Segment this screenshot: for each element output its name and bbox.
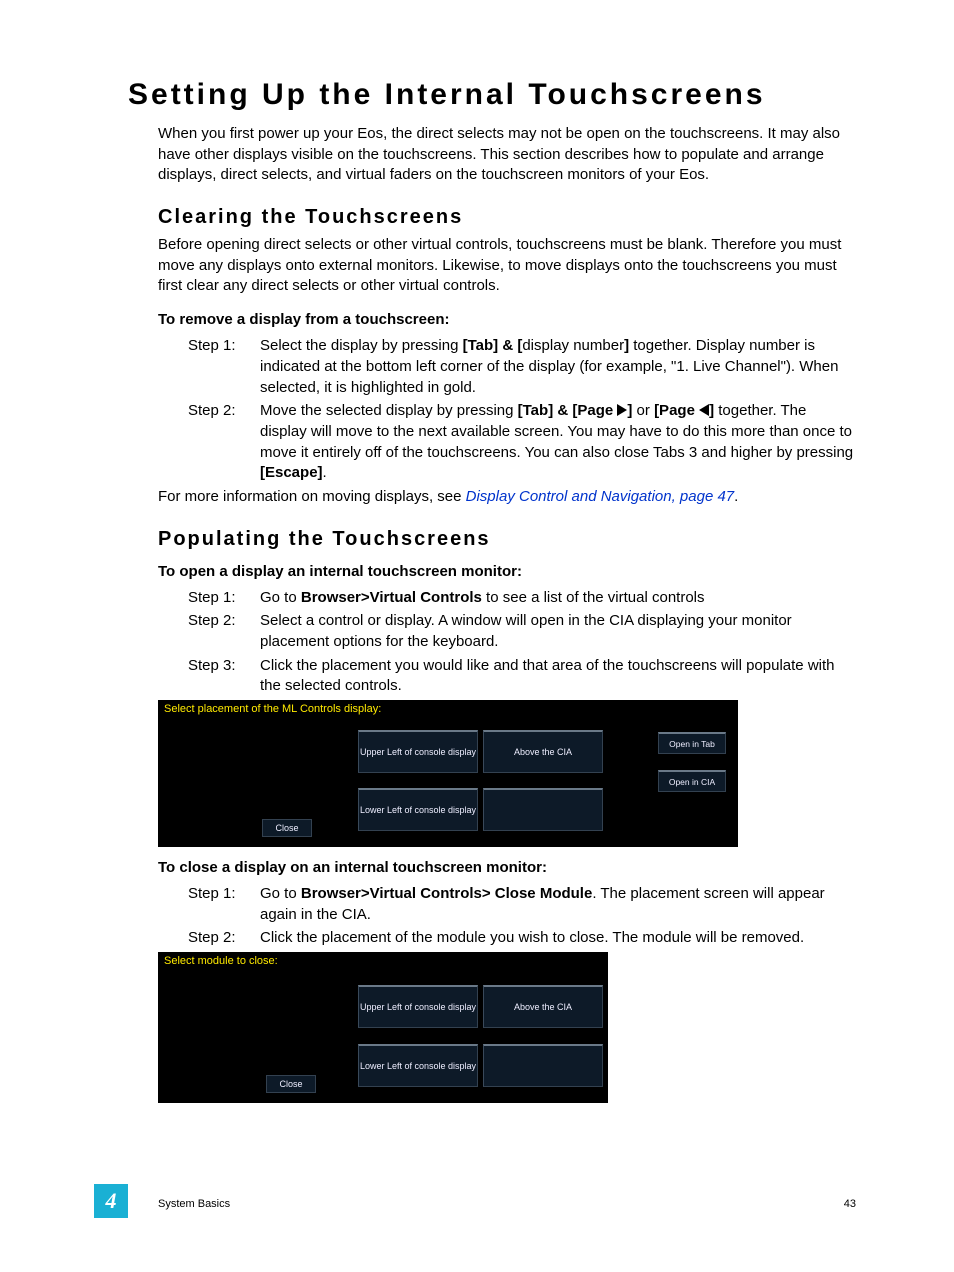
step-row: Step 1: Select the display by pressing [… [188,336,856,398]
upper-left-button[interactable]: Upper Left of console display [358,730,478,773]
empty-slot [483,788,603,831]
step-label: Step 3: [188,656,260,697]
step-label: Step 1: [188,336,260,398]
step-body: Click the placement you would like and t… [260,656,856,697]
step-label: Step 2: [188,401,260,484]
more-info-line: For more information on moving displays,… [158,487,856,508]
triangle-left-icon [699,404,709,416]
text: Go to [260,589,301,606]
text: For more information on moving displays,… [158,488,466,505]
text: to see a list of the virtual controls [482,589,705,606]
step-row: Step 2: Click the placement of the modul… [188,928,856,949]
step-body: Click the placement of the module you wi… [260,928,856,949]
step-label: Step 2: [188,611,260,652]
intro-paragraph: When you first power up your Eos, the di… [158,124,856,186]
text: Move the selected display by pressing [260,402,518,419]
footer-section-name: System Basics [158,1198,230,1210]
close-module-dialog-screenshot: Select module to close: Close Upper Left… [158,952,608,1103]
text-bold: [Escape] [260,464,323,481]
step-body: Go to Browser>Virtual Controls> Close Mo… [260,884,856,925]
step-row: Step 2: Select a control or display. A w… [188,611,856,652]
placement-dialog-screenshot: Select placement of the ML Controls disp… [158,700,738,847]
close-button[interactable]: Close [266,1075,316,1093]
text-bold: [Page [654,402,699,419]
footer-page-number: 43 [844,1198,856,1210]
open-display-heading: To open a display an internal touchscree… [158,563,856,580]
text: Select the display by pressing [260,337,463,354]
step-label: Step 1: [188,884,260,925]
above-cia-button[interactable]: Above the CIA [483,730,603,773]
text-bold: [Tab] & [ [463,337,523,354]
empty-slot [483,1044,603,1087]
open-in-tab-button[interactable]: Open in Tab [658,732,726,754]
section-populating-title: Populating the Touchscreens [158,528,856,551]
step-row: Step 3: Click the placement you would li… [188,656,856,697]
upper-left-button[interactable]: Upper Left of console display [358,985,478,1028]
text-bold: Browser>Virtual Controls> Close Module [301,885,592,902]
section-clearing-para: Before opening direct selects or other v… [158,235,856,297]
step-label: Step 1: [188,588,260,609]
dialog-title: Select placement of the ML Controls disp… [164,703,381,715]
cross-reference-link[interactable]: Display Control and Navigation, page 47 [466,488,735,505]
text: or [632,402,654,419]
step-label: Step 2: [188,928,260,949]
step-row: Step 1: Go to Browser>Virtual Controls> … [188,884,856,925]
above-cia-button[interactable]: Above the CIA [483,985,603,1028]
step-body: Go to Browser>Virtual Controls to see a … [260,588,856,609]
chapter-number-badge: 4 [94,1184,128,1218]
step-body: Select a control or display. A window wi… [260,611,856,652]
lower-left-button[interactable]: Lower Left of console display [358,1044,478,1087]
step-body: Move the selected display by pressing [T… [260,401,856,484]
step-row: Step 2: Move the selected display by pre… [188,401,856,484]
open-in-cia-button[interactable]: Open in CIA [658,770,726,792]
close-button[interactable]: Close [262,819,312,837]
step-body: Select the display by pressing [Tab] & [… [260,336,856,398]
text-bold: Browser>Virtual Controls [301,589,482,606]
close-display-heading: To close a display on an internal touchs… [158,859,856,876]
page-title: Setting Up the Internal Touchscreens [128,78,856,112]
text: display number [522,337,624,354]
triangle-right-icon [617,404,627,416]
text: Go to [260,885,301,902]
lower-left-button[interactable]: Lower Left of console display [358,788,478,831]
remove-display-heading: To remove a display from a touchscreen: [158,311,856,328]
text: . [734,488,738,505]
text: . [323,464,327,481]
text-bold: [Tab] & [Page [518,402,618,419]
section-clearing-title: Clearing the Touchscreens [158,206,856,229]
step-row: Step 1: Go to Browser>Virtual Controls t… [188,588,856,609]
dialog-title: Select module to close: [164,955,278,967]
